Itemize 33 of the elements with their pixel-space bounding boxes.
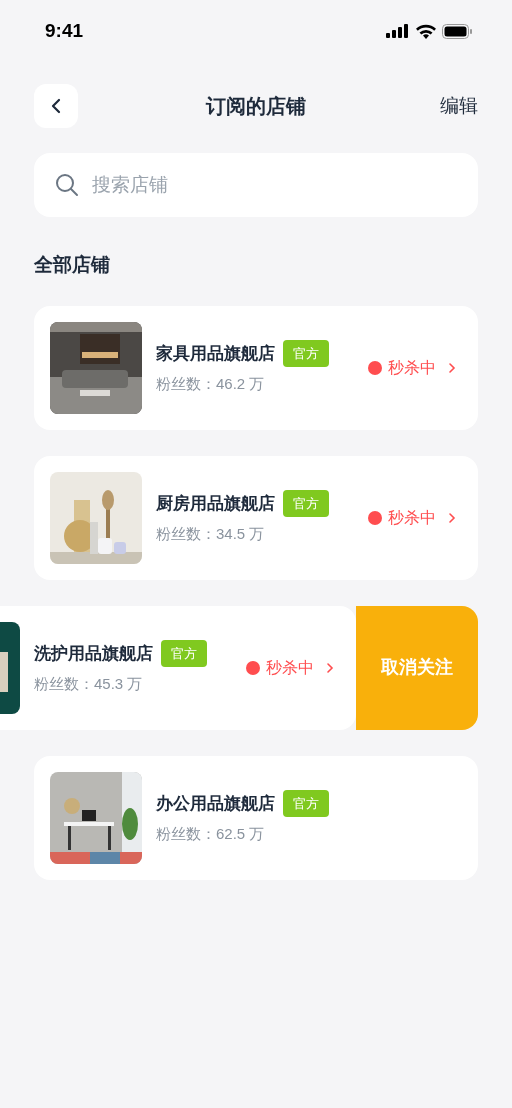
official-badge: 官方 (283, 789, 329, 817)
battery-icon (442, 23, 472, 39)
status-dot-icon (246, 660, 260, 675)
store-name: 洗护用品旗舰店 (34, 642, 153, 665)
chevron-right-icon (448, 361, 456, 374)
fan-count: 粉丝数：62.5 万 (156, 824, 266, 844)
fan-count: 粉丝数：46.2 万 (156, 374, 266, 394)
search-field[interactable]: 搜索店铺 (34, 153, 478, 217)
chevron-right-icon (326, 661, 334, 674)
fan-count: 粉丝数：34.5 万 (156, 524, 266, 544)
page-title: 订阅的店铺 (206, 94, 306, 119)
store-name: 办公用品旗舰店 (156, 792, 275, 815)
status-dot-icon (368, 510, 382, 525)
official-badge: 官方 (283, 339, 329, 367)
store-card[interactable]: 办公用品旗舰店 官方 粉丝数：62.5 万 (34, 755, 478, 880)
store-name: 家具用品旗舰店 (156, 342, 275, 365)
wifi-icon (416, 23, 436, 39)
signal-icon (386, 24, 410, 38)
search-icon (55, 173, 79, 197)
status-time: 9:41 (45, 18, 84, 43)
store-card[interactable]: 洗护用品旗舰店 官方 粉丝数：45.3 万 秒杀中 (0, 605, 356, 730)
store-card[interactable]: 厨房用品旗舰店 官方 粉丝数：34.5 万 秒杀中 (34, 455, 478, 580)
store-card[interactable]: 家具用品旗舰店 官方 粉丝数：46.2 万 秒杀中 (34, 305, 478, 430)
store-name: 厨房用品旗舰店 (156, 492, 275, 515)
chevron-right-icon (448, 511, 456, 524)
fan-count: 粉丝数：45.3 万 (34, 674, 144, 694)
official-badge: 官方 (283, 489, 329, 517)
section-title: 全部店铺 (34, 253, 111, 277)
edit-button[interactable]: 编辑 (440, 91, 478, 121)
back-button[interactable] (34, 84, 78, 128)
status-dot-icon (368, 360, 382, 375)
back-icon (51, 98, 61, 114)
official-badge: 官方 (161, 639, 207, 667)
